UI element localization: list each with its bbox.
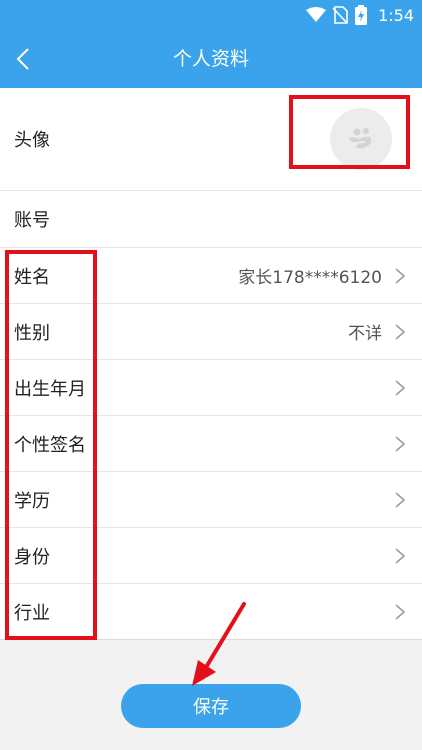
signature-row[interactable]: 个性签名 (0, 416, 422, 472)
chevron-left-icon (16, 48, 29, 70)
avatar-row[interactable]: 头像 (0, 88, 422, 191)
page-title: 个人资料 (172, 48, 249, 70)
industry-label: 行业 (14, 602, 50, 624)
chevron-right-icon (395, 267, 406, 284)
battery-charging-icon (355, 5, 368, 25)
birth-month-label: 出生年月 (14, 378, 86, 400)
chevron-right-icon (395, 435, 406, 452)
wifi-icon (306, 7, 327, 22)
profile-screen: 1:54 个人资料 头像 账号 姓名 家长178****6120 性别 不详 出… (0, 0, 422, 750)
chevron-right-icon (395, 547, 406, 564)
status-bar: 1:54 (0, 0, 422, 30)
chevron-right-icon (395, 379, 406, 396)
save-button[interactable]: 保存 (121, 684, 301, 728)
gender-label: 性别 (14, 322, 50, 344)
name-label: 姓名 (14, 266, 50, 288)
gender-value: 不详 (348, 324, 382, 344)
signature-label: 个性签名 (14, 434, 86, 456)
no-sim-icon (332, 6, 348, 24)
avatar[interactable] (330, 108, 392, 170)
education-label: 学历 (14, 490, 50, 512)
profile-list: 头像 账号 姓名 家长178****6120 性别 不详 出生年月 个性签名 学… (0, 88, 422, 640)
default-avatar-icon (349, 128, 372, 149)
account-label: 账号 (14, 210, 50, 231)
name-row[interactable]: 姓名 家长178****6120 (0, 248, 422, 304)
chevron-right-icon (395, 323, 406, 340)
industry-row[interactable]: 行业 (0, 584, 422, 640)
back-button[interactable] (6, 42, 40, 76)
status-time: 1:54 (378, 5, 414, 25)
education-row[interactable]: 学历 (0, 472, 422, 528)
birth-month-row[interactable]: 出生年月 (0, 360, 422, 416)
status-icons: 1:54 (306, 4, 414, 26)
avatar-label: 头像 (14, 130, 50, 151)
gender-row[interactable]: 性别 不详 (0, 304, 422, 360)
identity-row[interactable]: 身份 (0, 528, 422, 584)
chevron-right-icon (395, 491, 406, 508)
name-value: 家长178****6120 (238, 268, 382, 288)
chevron-right-icon (395, 603, 406, 620)
identity-label: 身份 (14, 546, 50, 568)
account-row: 账号 (0, 191, 422, 248)
app-header: 个人资料 (0, 30, 422, 88)
